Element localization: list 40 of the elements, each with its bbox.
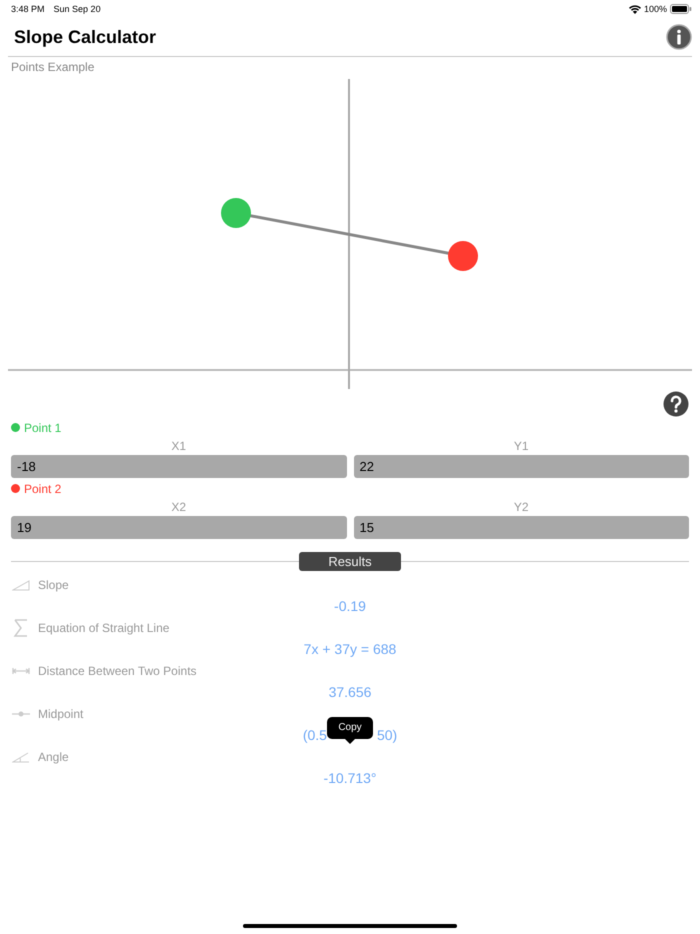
field-label: Y2 [512,499,530,515]
input-field[interactable]: 15 [354,516,689,539]
field-label: X1 [170,438,188,454]
info-button[interactable] [666,24,692,50]
page-title: Slope Calculator [14,26,156,48]
equation-icon [12,619,30,637]
info-icon [666,24,692,50]
result-label: Equation of Straight Line [38,621,170,635]
result-label: Distance Between Two Points [38,664,197,678]
result-label: Midpoint [38,707,84,721]
point-label: Point 2 [24,482,62,496]
result-value[interactable]: -0.19 [334,598,366,614]
result-label: Slope [38,578,69,592]
results-header: Results [299,552,401,571]
result-value[interactable]: 7x + 37y = 688 [304,640,396,656]
help-button[interactable] [663,391,689,417]
field-label: Y1 [512,438,530,454]
point-label: Point 1 [24,420,62,434]
plot-label: Points Example [11,60,96,76]
distance-icon [12,665,30,677]
slope-icon [12,579,30,591]
wifi-icon [628,4,641,14]
input-field[interactable]: 19 [11,516,346,539]
status-date: Sun Sep 20 [54,4,101,14]
result-value[interactable]: -10.713° [323,770,377,786]
field-label: X2 [170,499,188,515]
battery-percent: 100% [644,4,667,14]
input-field[interactable]: 22 [354,455,689,478]
tooltip-arrow [345,739,355,744]
help-icon [663,391,689,417]
status-time: 3:48 PM [11,4,45,14]
result-value[interactable]: 50) [376,726,398,742]
result-label: Angle [38,750,69,764]
battery-icon [670,4,692,14]
result-value[interactable]: 37.656 [328,684,372,700]
result-value[interactable]: (0.5 [302,726,327,742]
input-field[interactable]: -18 [11,455,346,478]
point-marker[interactable] [448,241,478,271]
point-marker[interactable] [221,198,251,228]
angle-icon [12,751,30,763]
